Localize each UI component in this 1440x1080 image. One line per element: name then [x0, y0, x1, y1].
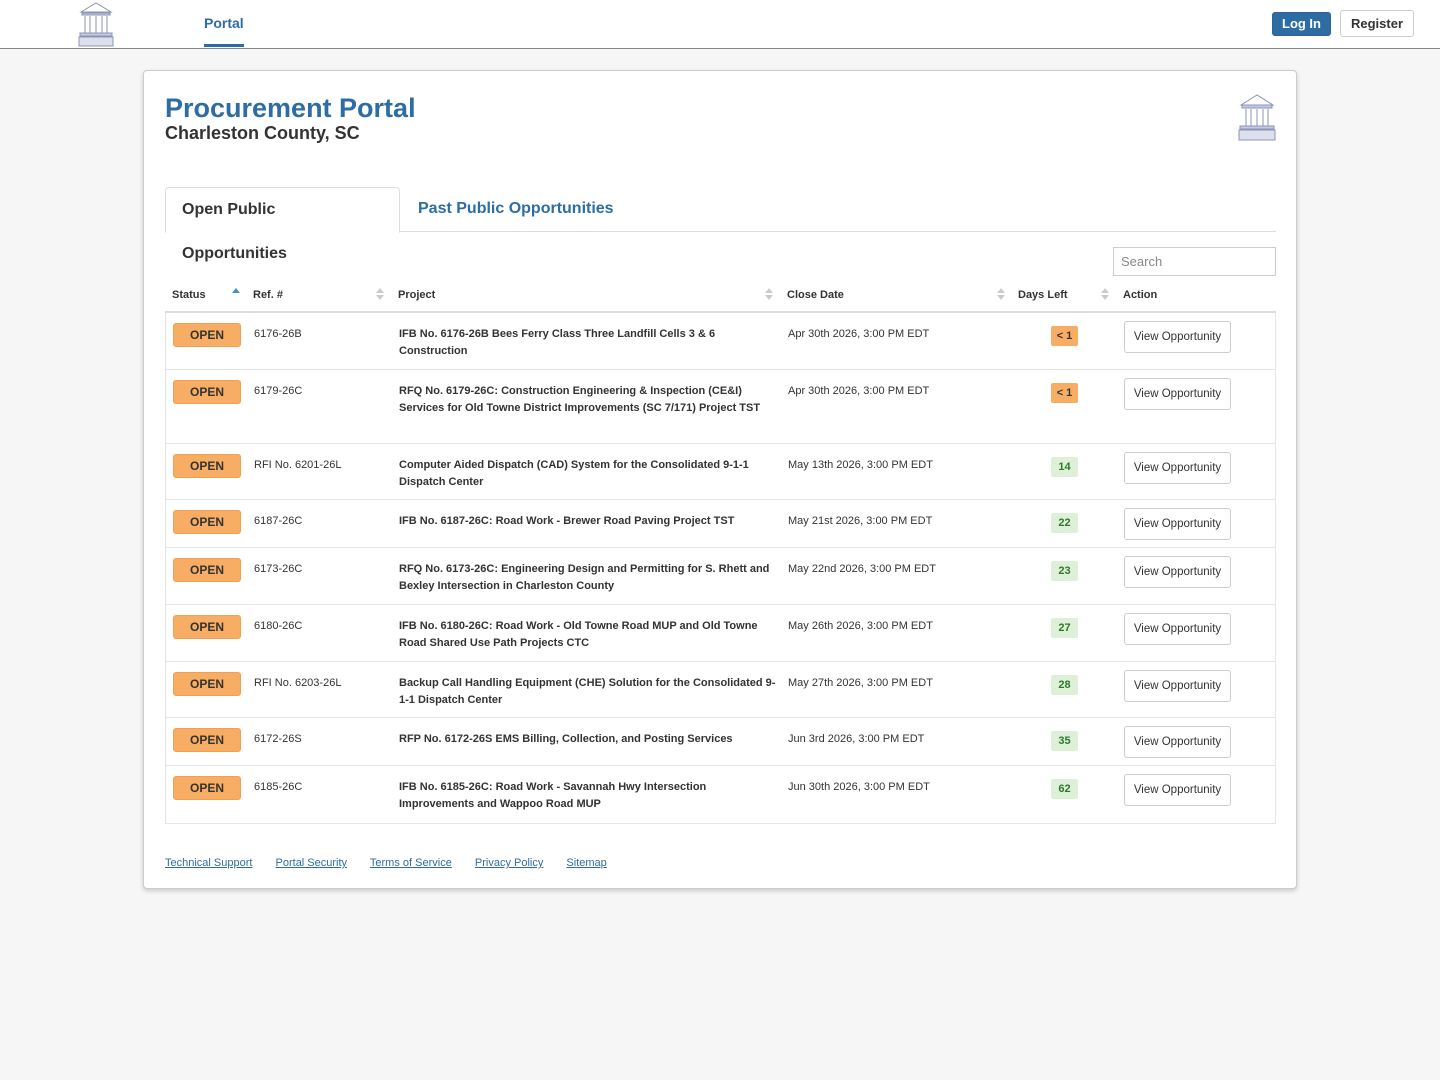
table-row: OPEN RFI No. 6203-26L Backup Call Handli…: [166, 662, 1275, 718]
search-input[interactable]: [1113, 247, 1276, 276]
project-name: Computer Aided Dispatch (CAD) System for…: [399, 459, 749, 488]
status-badge: OPEN: [173, 454, 241, 478]
view-opportunity-button[interactable]: View Opportunity: [1124, 670, 1231, 702]
project-name: IFB No. 6180-26C: Road Work - Old Towne …: [399, 620, 758, 649]
view-opportunity-button[interactable]: View Opportunity: [1124, 726, 1231, 758]
tab-open-opportunities[interactable]: Open Public Opportunities: [165, 187, 400, 262]
column-label: Action: [1123, 289, 1158, 301]
column-label: Project: [398, 289, 436, 301]
table-row: OPEN 6185-26C IFB No. 6185-26C: Road Wor…: [166, 766, 1275, 823]
table-row: OPEN 6187-26C IFB No. 6187-26C: Road Wor…: [166, 500, 1275, 548]
page-subtitle: Charleston County, SC: [165, 123, 360, 143]
column-header-close-date[interactable]: Close Date: [780, 283, 1010, 311]
view-opportunity-button[interactable]: View Opportunity: [1124, 508, 1231, 540]
charleston-county-seal-icon: [1238, 94, 1276, 141]
footer-link-privacy-policy[interactable]: Privacy Policy: [475, 857, 543, 869]
table-header: Status Ref. # Project Close Date Days Le…: [165, 283, 1276, 313]
close-date: Apr 30th 2026, 3:00 PM EDT: [788, 385, 930, 397]
close-date: May 22nd 2026, 3:00 PM EDT: [788, 563, 936, 575]
sort-icon[interactable]: [765, 287, 773, 301]
sort-ascending-icon[interactable]: [232, 287, 240, 301]
project-name: IFB No. 6185-26C: Road Work - Savannah H…: [399, 781, 707, 810]
project-name: IFB No. 6176-26B Bees Ferry Class Three …: [399, 328, 716, 357]
status-badge: OPEN: [173, 728, 241, 752]
status-badge: OPEN: [173, 558, 241, 582]
close-date: Jun 3rd 2026, 3:00 PM EDT: [788, 733, 925, 745]
tab-past-opportunities[interactable]: Past Public Opportunities: [402, 187, 630, 233]
table-row: OPEN 6173-26C RFQ No. 6173-26C: Engineer…: [166, 548, 1275, 605]
days-left-badge: 27: [1051, 618, 1078, 638]
page-title: Procurement Portal: [165, 93, 416, 123]
close-date: May 13th 2026, 3:00 PM EDT: [788, 459, 933, 471]
sort-icon[interactable]: [997, 287, 1005, 301]
view-opportunity-button[interactable]: View Opportunity: [1124, 556, 1231, 588]
status-badge: OPEN: [173, 510, 241, 534]
days-left-badge: 35: [1051, 731, 1078, 751]
view-opportunity-button[interactable]: View Opportunity: [1124, 774, 1231, 806]
footer-link-terms-of-service[interactable]: Terms of Service: [370, 857, 452, 869]
column-header-ref[interactable]: Ref. #: [246, 283, 390, 311]
close-date: May 21st 2026, 3:00 PM EDT: [788, 515, 933, 527]
project-name: RFQ No. 6173-26C: Engineering Design and…: [399, 563, 770, 592]
status-badge: OPEN: [173, 776, 241, 800]
ref-number: 6187-26C: [254, 515, 303, 527]
close-date: Jun 30th 2026, 3:00 PM EDT: [788, 781, 930, 793]
register-button[interactable]: Register: [1340, 10, 1414, 37]
days-left-badge: 28: [1051, 675, 1078, 695]
table-row: OPEN 6180-26C IFB No. 6180-26C: Road Wor…: [166, 605, 1275, 662]
days-left-badge: < 1: [1051, 383, 1078, 403]
ref-number: 6180-26C: [254, 620, 303, 632]
view-opportunity-button[interactable]: View Opportunity: [1124, 321, 1231, 353]
ref-number: 6179-26C: [254, 385, 303, 397]
ref-number: 6173-26C: [254, 563, 303, 575]
days-left-badge: 23: [1051, 561, 1078, 581]
sort-icon[interactable]: [376, 287, 384, 301]
footer-link-technical-support[interactable]: Technical Support: [165, 857, 252, 869]
footer-link-portal-security[interactable]: Portal Security: [276, 857, 348, 869]
project-name: RFQ No. 6179-26C: Construction Engineeri…: [399, 385, 761, 414]
days-left-badge: 14: [1051, 457, 1078, 477]
column-label: Status: [172, 289, 206, 301]
column-label: Ref. #: [253, 289, 283, 301]
opportunities-table-body: OPEN 6176-26B IFB No. 6176-26B Bees Ferr…: [165, 313, 1276, 824]
close-date: May 27th 2026, 3:00 PM EDT: [788, 677, 933, 689]
days-left-badge: 22: [1051, 513, 1078, 533]
ref-number: 6172-26S: [254, 733, 302, 745]
view-opportunity-button[interactable]: View Opportunity: [1124, 452, 1231, 484]
opportunity-tabs: Open Public Opportunities Past Public Op…: [165, 187, 1276, 262]
days-left-badge: 62: [1051, 779, 1078, 799]
footer-link-sitemap[interactable]: Sitemap: [566, 857, 606, 869]
table-row: OPEN 6179-26C RFQ No. 6179-26C: Construc…: [166, 370, 1275, 444]
project-name: IFB No. 6187-26C: Road Work - Brewer Roa…: [399, 515, 735, 527]
status-badge: OPEN: [173, 672, 241, 696]
column-label: Close Date: [787, 289, 844, 301]
status-badge: OPEN: [173, 323, 241, 347]
close-date: Apr 30th 2026, 3:00 PM EDT: [788, 328, 930, 340]
ref-number: 6176-26B: [254, 328, 302, 340]
ref-number: 6185-26C: [254, 781, 303, 793]
status-badge: OPEN: [173, 615, 241, 639]
table-row: OPEN 6172-26S RFP No. 6172-26S EMS Billi…: [166, 718, 1275, 766]
project-name: Backup Call Handling Equipment (CHE) Sol…: [399, 677, 776, 706]
view-opportunity-button[interactable]: View Opportunity: [1124, 378, 1231, 410]
column-header-action: Action: [1116, 283, 1266, 311]
days-left-badge: < 1: [1051, 326, 1078, 346]
nav-portal-link[interactable]: Portal: [204, 15, 244, 47]
table-row: OPEN 6176-26B IFB No. 6176-26B Bees Ferr…: [166, 313, 1275, 370]
table-row: OPEN RFI No. 6201-26L Computer Aided Dis…: [166, 444, 1275, 500]
ref-number: RFI No. 6203-26L: [254, 677, 342, 689]
sort-icon[interactable]: [1101, 287, 1109, 301]
close-date: May 26th 2026, 3:00 PM EDT: [788, 620, 933, 632]
column-header-project[interactable]: Project: [391, 283, 781, 311]
column-label: Days Left: [1018, 289, 1068, 301]
ref-number: RFI No. 6201-26L: [254, 459, 342, 471]
footer-links: Technical Support Portal Security Terms …: [165, 857, 627, 869]
login-button[interactable]: Log In: [1272, 12, 1331, 36]
project-name: RFP No. 6172-26S EMS Billing, Collection…: [399, 733, 733, 745]
status-badge: OPEN: [173, 380, 241, 404]
top-navbar: Portal Log In Register: [0, 0, 1440, 49]
charleston-county-logo-icon[interactable]: [77, 0, 115, 47]
view-opportunity-button[interactable]: View Opportunity: [1124, 613, 1231, 645]
main-card: Procurement Portal Charleston County, SC…: [143, 70, 1297, 889]
